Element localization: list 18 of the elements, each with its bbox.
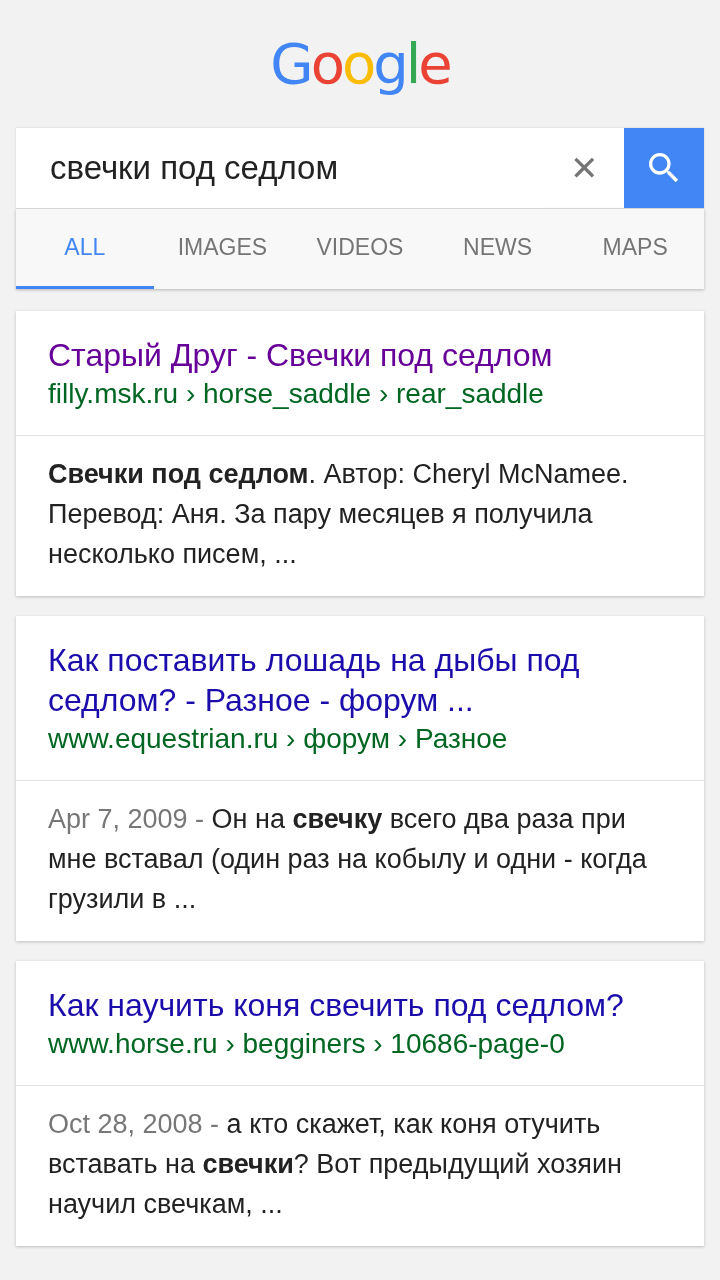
tab[interactable]: IMAGES [153,209,292,289]
result-snippet: Свечки под седлом. Автор: Cheryl McNamee. Перевод: Аня. За пару месяцев я получила несколько писем, ... [47,458,630,571]
google-logo: Google [270,30,450,98]
result-url: www.horse.ru › begginers › 10686-page-0 [48,1027,566,1061]
search-bar[interactable]: свечки под седлом ✕ [16,128,704,209]
tab[interactable]: MAPS [566,209,704,289]
result-title-link[interactable]: Как научить коня свечить под седлом? [48,985,672,1025]
result-snippet: Oct 28, 2008 - а кто скажет, как коня отучить вставать на свечки? Вот предыдущий хозяин научил свечкам, ... [47,1108,623,1221]
search-button[interactable] [624,128,704,208]
clear-button[interactable]: ✕ [544,128,624,208]
result-snippet: Apr 7, 2009 - Он на свечку всего два раза при мне вставал (один раз на кобылу и одни - когда грузили в ... [47,803,648,916]
result-url: www.equestrian.ru › форум › Разное [48,722,509,756]
result-url: filly.msk.ru › horse_saddle › rear_saddle [48,377,545,411]
tab[interactable]: NEWS [428,209,567,289]
result-title-link[interactable]: Как поставить лошадь на дыбы под седлом? - Разное - форум ... [48,640,672,720]
tab[interactable]: ALL [16,209,154,289]
tab[interactable]: VIDEOS [291,209,429,289]
result-title-link[interactable]: Старый Друг - Свечки под седлом [48,335,672,375]
